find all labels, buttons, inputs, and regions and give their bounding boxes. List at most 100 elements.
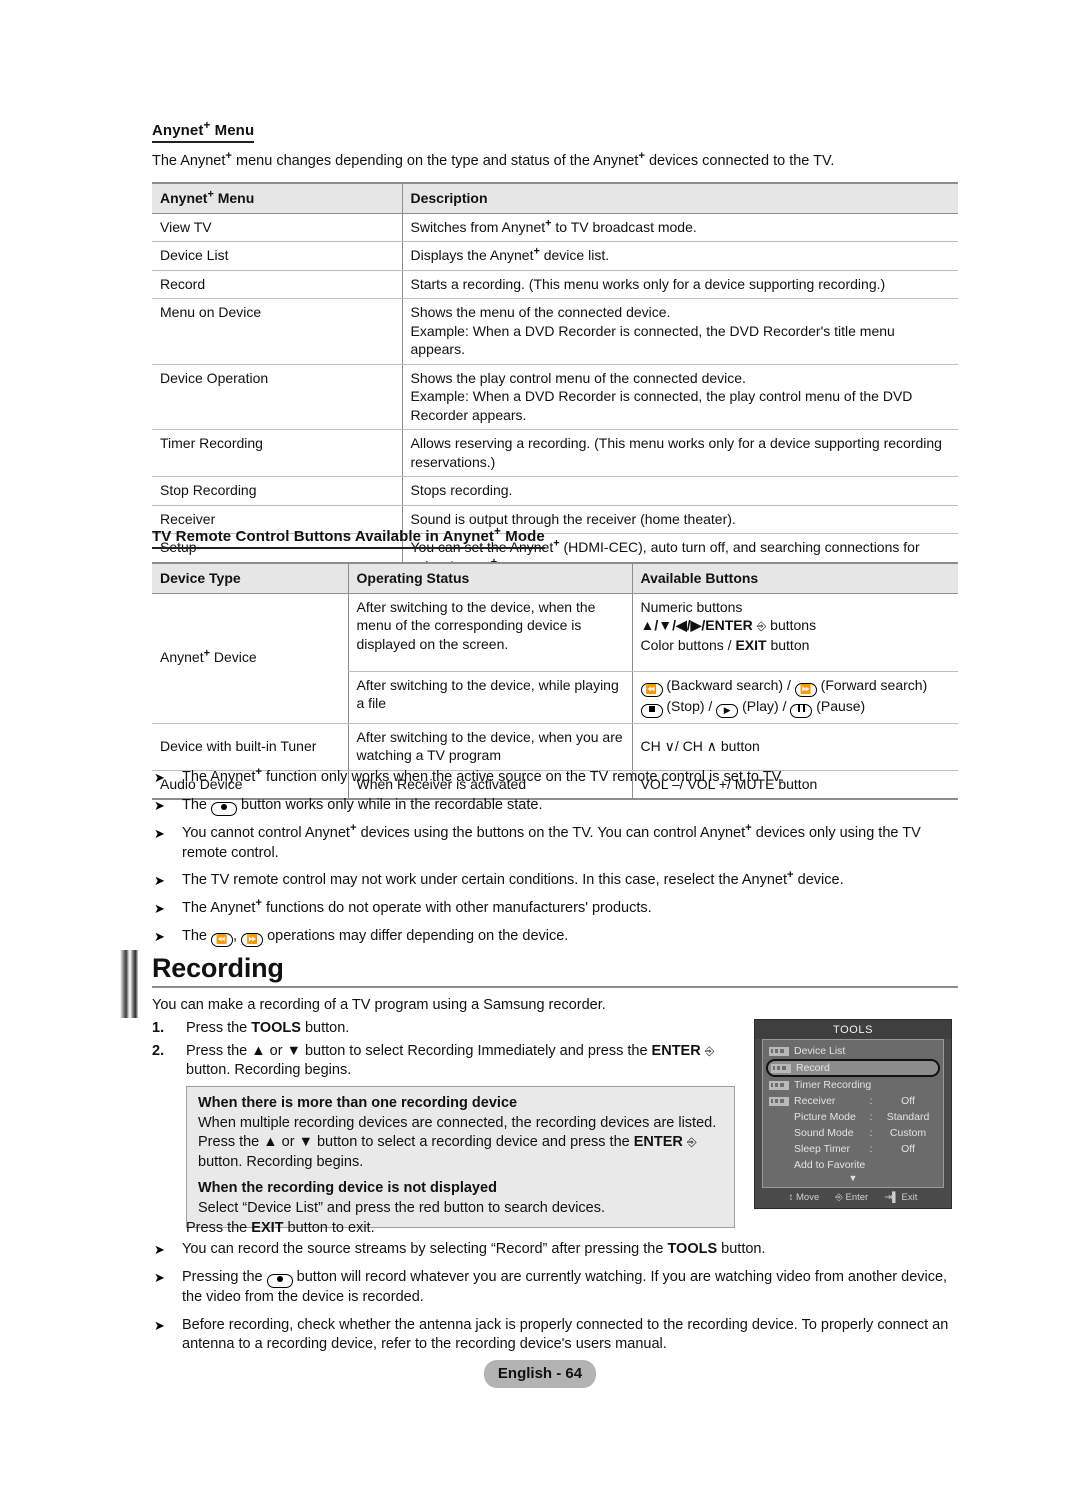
anynet-menu-heading: Anynet+ Menu <box>152 119 255 143</box>
notes-top-list: ➤ The Anynet+ function only works when t… <box>152 766 962 955</box>
list-item: ➤ The Anynet+ function only works when t… <box>152 766 962 788</box>
table-header-row: Device Type Operating Status Available B… <box>152 562 958 594</box>
tools-item-device-list[interactable]: Device List <box>763 1043 943 1059</box>
tools-item-sleep-timer[interactable]: Sleep Timer : Off <box>763 1141 943 1157</box>
cell-description: Stops recording. <box>401 476 958 506</box>
remote-buttons-heading-text: TV Remote Control Buttons Available in A… <box>152 525 545 545</box>
exit-hint: ⇥▌ Exit <box>884 1192 918 1203</box>
cell-device-type: Anynet+ Device <box>152 593 348 724</box>
cell-menu: Device List <box>152 241 402 271</box>
arrow-bullet-icon: ➤ <box>154 770 165 785</box>
tools-item-receiver[interactable]: Receiver : Off <box>763 1093 943 1109</box>
backward-search-icon: ⏪ <box>211 933 234 947</box>
anynet-badge-icon <box>769 1080 789 1090</box>
tools-item-label: Add to Favorite <box>794 1159 866 1171</box>
enter-label: Enter <box>845 1192 869 1203</box>
note-text: Pressing the button will record whatever… <box>182 1269 948 1305</box>
tools-item-colon: : <box>869 1095 873 1107</box>
arrow-bullet-icon: ➤ <box>154 1270 165 1285</box>
list-item: ➤ The TV remote control may not work und… <box>152 869 962 891</box>
tools-item-colon: : <box>869 1143 873 1155</box>
arrow-bullet-icon: ➤ <box>154 1242 165 1257</box>
recording-intro: You can make a recording of a TV program… <box>152 997 606 1013</box>
cell-menu: Menu on Device <box>152 298 402 365</box>
cell-available-buttons: CH ∨/ CH ∧ button <box>631 723 958 771</box>
col-header-device-type: Device Type <box>152 562 348 594</box>
table-row: Record Starts a recording. (This menu wo… <box>152 270 958 299</box>
color-buttons-label: Color buttons / <box>640 636 732 653</box>
tools-item-sound-mode[interactable]: Sound Mode : Custom <box>763 1125 943 1141</box>
table-row: Menu on Device Shows the menu of the con… <box>152 298 958 365</box>
enter-icon: ⎆ <box>704 1043 715 1058</box>
col-header-operating-status: Operating Status <box>347 562 632 594</box>
numeric-buttons-line: Numeric buttons <box>640 598 743 615</box>
anynet-menu-table: Anynet+ Menu Description View TV Switche… <box>152 182 958 582</box>
record-button-icon <box>211 802 238 816</box>
tools-item-add-to-favorite[interactable]: Add to Favorite <box>763 1157 943 1173</box>
arrow-bullet-icon: ➤ <box>154 1317 165 1333</box>
stop-icon <box>640 703 663 718</box>
col-header-description: Description <box>401 182 958 214</box>
cell-description: Shows the menu of the connected device. … <box>401 298 958 365</box>
table-row: Anynet+ Device After switching to the de… <box>152 593 958 724</box>
forward-search-icon: ⏩ <box>241 933 264 947</box>
table-row: Stop Recording Stops recording. <box>152 476 958 506</box>
list-item: ➤ Before recording, check whether the an… <box>152 1316 962 1355</box>
play-icon: ▶ <box>716 703 739 718</box>
forward-search-icon: ⏩ <box>794 682 817 697</box>
enter-label: ENTER <box>651 1042 701 1059</box>
arrow-bullet-icon: ➤ <box>154 826 165 841</box>
tools-menu-list: Device List Record Timer Recording Recei… <box>762 1039 944 1188</box>
tools-item-timer-recording[interactable]: Timer Recording <box>763 1077 943 1093</box>
note-text: The Anynet+ function only works when the… <box>182 766 784 785</box>
step-number: 2. <box>152 1042 165 1059</box>
tools-menu-title: TOOLS <box>755 1020 951 1039</box>
tools-menu-footer: ↕ Move ⎆ Enter ⇥▌ Exit <box>755 1188 951 1208</box>
tools-item-value: Standard <box>886 1111 930 1123</box>
notes-bottom-list: ➤ You can record the source streams by s… <box>152 1240 962 1363</box>
cell-menu: View TV <box>152 213 402 242</box>
tools-item-picture-mode[interactable]: Picture Mode : Standard <box>763 1109 943 1125</box>
tools-item-label: Receiver <box>794 1095 836 1107</box>
tools-item-record[interactable]: Record <box>766 1059 940 1077</box>
list-item: ➤ You can record the source streams by s… <box>152 1240 962 1260</box>
cell-menu: Device Operation <box>152 364 402 430</box>
tools-label: TOOLS <box>251 1020 301 1036</box>
move-label: Move <box>796 1192 820 1203</box>
enter-icon: ⎆ <box>686 1135 697 1149</box>
note-text: The button works only while in the recor… <box>182 796 962 816</box>
anynet-menu-heading-text: Anynet+ Menu <box>152 119 255 139</box>
step-number: 1. <box>152 1020 165 1036</box>
recording-steps: 1. Press the TOOLS button. 2. Press the … <box>152 1019 747 1084</box>
cell-description: Displays the Anynet+ device list. <box>401 241 958 271</box>
page-footer-label: English - 64 <box>484 1360 596 1388</box>
backward-search-icon: ⏪ <box>640 682 663 697</box>
record-button-icon <box>266 1274 293 1288</box>
table-header-row: Anynet+ Menu Description <box>152 182 958 214</box>
cell-menu: Timer Recording <box>152 429 402 477</box>
cell-operating-status: After switching to the device, when you … <box>347 723 632 771</box>
tools-label: TOOLS <box>667 1241 718 1257</box>
exit-word: button <box>770 636 810 653</box>
step-text: Press the ▲ or ▼ button to select Record… <box>186 1042 715 1079</box>
tools-item-label: Picture Mode <box>794 1111 856 1123</box>
note-text: The TV remote control may not work under… <box>182 869 844 888</box>
enter-hint: ⎆ Enter <box>835 1192 869 1203</box>
table-row: View TV Switches from Anynet+ to TV broa… <box>152 213 958 242</box>
arrow-bullet-icon: ➤ <box>154 929 165 944</box>
list-item: ➤ The ⏪, ⏩ operations may differ dependi… <box>152 927 962 947</box>
scroll-down-icon[interactable]: ▼ <box>763 1173 943 1185</box>
cell-available-buttons: ⏪ (Backward search) / ⏩ (Forward search)… <box>631 671 958 724</box>
table-row: Timer Recording Allows reserving a recor… <box>152 429 958 477</box>
step-text: Press the TOOLS button. <box>186 1020 350 1036</box>
tools-item-label: Sound Mode <box>794 1127 854 1139</box>
arrow-keys-label: ▲/▼/◀/▶/ENTER <box>640 617 753 633</box>
tools-item-value: Off <box>901 1143 915 1155</box>
buttons-word: buttons <box>770 617 817 633</box>
tv-tools-menu[interactable]: TOOLS Device List Record Timer Recording <box>754 1019 952 1209</box>
pause-icon <box>790 703 813 718</box>
cell-operating-status: After switching to the device, when the … <box>347 593 632 672</box>
note-body-1: When multiple recording devices are conn… <box>198 1114 717 1170</box>
note-text: You cannot control Anynet+ devices using… <box>182 822 921 861</box>
list-item: ➤ The Anynet+ functions do not operate w… <box>152 898 962 919</box>
